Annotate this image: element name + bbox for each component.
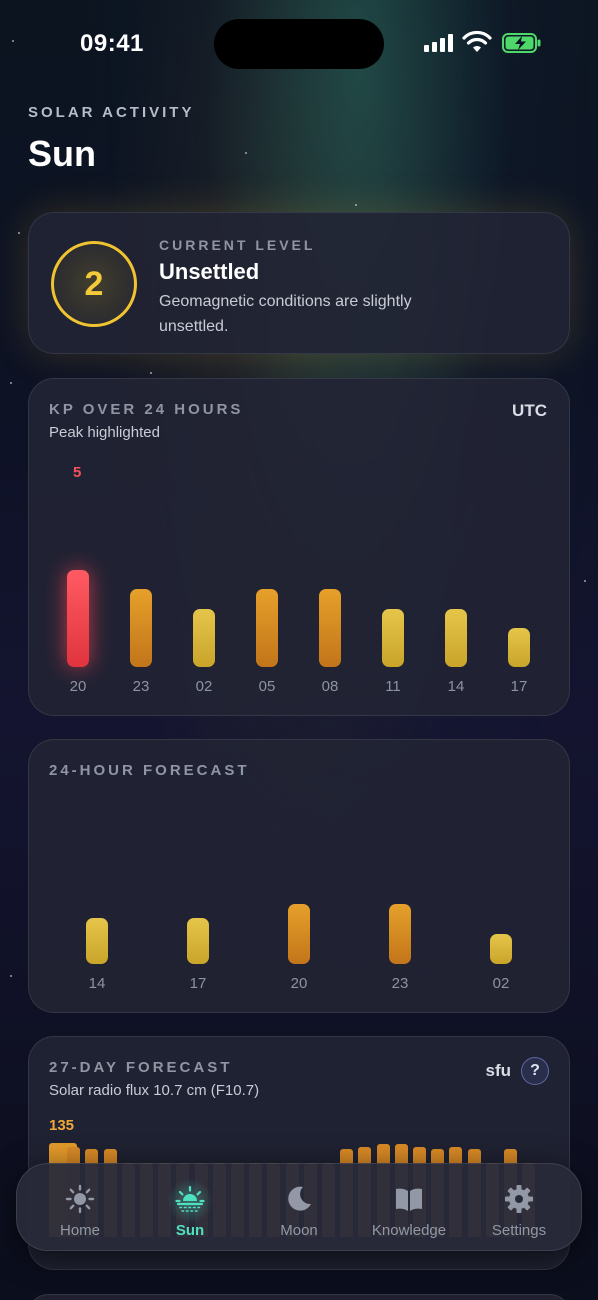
tab-settings[interactable]: Settings [464,1164,574,1252]
kp-tick-label: 05 [258,678,276,695]
forecast-bar[interactable] [389,904,411,964]
kp-bar[interactable] [130,589,152,667]
tab-knowledge[interactable]: Knowledge [354,1164,464,1252]
forecast-bar[interactable] [187,918,209,964]
tab-label: Moon [280,1222,318,1239]
gear-icon [505,1185,533,1213]
peak-value-label: 5 [73,464,82,481]
page-title: Sun [28,133,96,174]
level-description: Geomagnetic conditions are slightly unse… [159,293,412,335]
forecast-bar[interactable] [490,934,512,964]
sun-outline-icon [65,1184,95,1214]
kp-tick-label: 17 [510,678,528,695]
forecast-27d-subtitle: Solar radio flux 10.7 cm (F10.7) [49,1082,260,1099]
kp-tick-label: 11 [385,678,401,695]
forecast-24h-card[interactable]: 24-HOUR FORECAST 14 17 20 23 02 [28,739,570,1013]
forecast-tick-label: 20 [290,975,308,992]
forecast-tick-label: 17 [189,975,207,992]
kp-tick-label: 23 [132,678,150,695]
kp-eyebrow: KP OVER 24 HOURS [49,401,244,418]
tab-sun[interactable]: Sun [135,1164,245,1252]
kp-bar[interactable] [193,608,215,667]
moon-icon [288,1186,311,1211]
kp-chart-card[interactable]: KP OVER 24 HOURS Peak highlighted UTC 5 … [28,378,570,716]
forecast-bar[interactable] [86,918,108,964]
kp-tick-label: 08 [321,678,339,695]
kp-bar[interactable] [256,589,278,667]
forecast-tick-label: 14 [88,975,106,992]
tab-bar: Home Sun Moon Knowledge Settings [16,1163,582,1251]
unit-label: sfu [485,1061,512,1080]
flux-max-label: 135 [49,1117,75,1134]
tab-label: Sun [175,1222,205,1239]
battery-charging-icon [502,33,541,53]
kp-bar[interactable] [67,569,89,667]
cellular-signal-icon [424,34,453,52]
wifi-icon [462,30,492,52]
tab-label: Settings [491,1222,547,1239]
dynamic-island [214,19,384,69]
help-button[interactable]: ? [521,1057,549,1085]
next-card [28,1294,570,1300]
level-eyebrow: CURRENT LEVEL [159,237,316,253]
forecast-24h-eyebrow: 24-HOUR FORECAST [49,762,250,779]
section-eyebrow: SOLAR ACTIVITY [28,104,195,121]
kp-bar[interactable] [445,608,467,667]
forecast-tick-label: 02 [492,975,510,992]
forecast-27d-eyebrow: 27-DAY FORECAST [49,1059,233,1076]
kp-subtitle: Peak highlighted [49,424,160,441]
kp-tick-label: 20 [69,678,87,695]
tab-label: Home [59,1222,100,1239]
status-time: 09:41 [80,30,144,57]
status-bar: 09:41 [0,0,598,90]
tab-moon[interactable]: Moon [244,1164,354,1252]
level-name: Unsettled [159,259,260,284]
kp-tick-label: 14 [447,678,465,695]
kp-bar[interactable] [319,589,341,667]
book-icon [396,1188,422,1211]
forecast-tick-label: 23 [391,975,409,992]
level-badge: 2 [51,241,137,327]
kp-bar[interactable] [382,608,404,667]
tab-label: Knowledge [371,1222,447,1239]
kp-bar[interactable] [508,628,530,667]
current-level-card[interactable]: 2 CURRENT LEVEL Unsettled Geomagnetic co… [28,212,570,354]
tab-home[interactable]: Home [25,1164,135,1252]
forecast-bar[interactable] [288,904,310,964]
timezone-label: UTC [512,401,547,420]
sunrise-icon [175,1185,205,1212]
kp-tick-label: 02 [195,678,213,695]
